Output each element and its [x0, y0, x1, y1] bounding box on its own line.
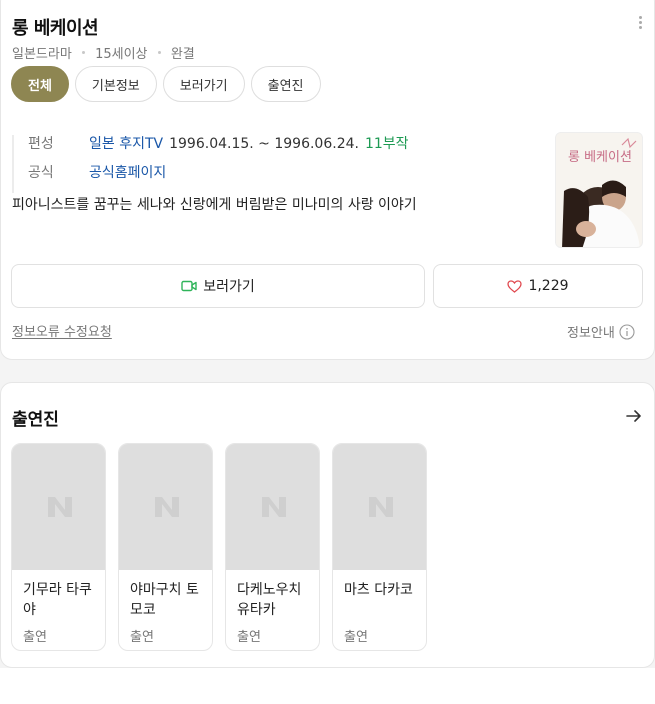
placeholder-n-icon — [154, 497, 179, 517]
cast-role: 출연 — [344, 630, 368, 645]
meta-genre: 일본드라마 — [12, 47, 72, 62]
cast-role: 출연 — [23, 630, 47, 645]
drama-meta: 일본드라마 15세이상 완결 — [12, 43, 195, 62]
watch-button-label: 보러가기 — [203, 279, 255, 295]
meta-rating: 15세이상 — [95, 47, 148, 62]
separator-dot — [81, 51, 85, 54]
cast-card: 출연진 기무라 타쿠야 출연 야마구치 토모코 출연 다케노우치 유타카 출연 — [0, 382, 655, 668]
official-row: 공식 공식홈페이지 — [28, 164, 409, 182]
tab-all[interactable]: 전체 — [11, 66, 69, 102]
cast-role: 출연 — [237, 630, 261, 645]
info-guide-label: 정보안내 — [567, 326, 615, 341]
meta-status: 완결 — [170, 47, 195, 62]
cast-name: 다케노우치 유타카 — [237, 582, 302, 618]
info-guide[interactable]: 정보안내 — [567, 322, 635, 341]
drama-title: 롱 베케이션 — [12, 18, 99, 39]
more-vertical-icon[interactable] — [635, 16, 645, 32]
drama-info-card: 롱 베케이션 일본드라마 15세이상 완결 전체 기본정보 보러가기 출연진 편… — [0, 0, 655, 360]
info-circle-icon — [619, 323, 635, 340]
cast-photo-placeholder — [333, 444, 426, 570]
poster-image[interactable]: 롱 베케이션 — [555, 132, 643, 248]
cast-name: 야마구치 토모코 — [130, 582, 199, 618]
official-homepage-link[interactable]: 공식홈페이지 — [89, 165, 166, 181]
info-rows: 편성 일본 후지TV 1996.04.15. ~ 1996.06.24. 11부작 공… — [12, 135, 409, 193]
poster-art: 롱 베케이션 — [556, 133, 642, 247]
arrow-right-icon[interactable] — [625, 407, 643, 425]
poster-title-text: 롱 베케이션 — [568, 150, 632, 165]
page-bottom-area — [0, 668, 655, 704]
cast-photo-placeholder — [12, 444, 105, 570]
official-label: 공식 — [28, 165, 54, 181]
cast-list: 기무라 타쿠야 출연 야마구치 토모코 출연 다케노우치 유타카 출연 마츠 다… — [11, 443, 427, 651]
cast-item[interactable]: 마츠 다카코 출연 — [332, 443, 427, 651]
placeholder-n-icon — [261, 497, 286, 517]
tab-basic-info[interactable]: 기본정보 — [74, 66, 157, 102]
cast-item[interactable]: 기무라 타쿠야 출연 — [11, 443, 106, 651]
broadcast-label: 편성 — [28, 136, 54, 152]
tab-cast[interactable]: 출연진 — [250, 66, 321, 102]
separator-dot — [157, 51, 161, 54]
video-camera-icon — [181, 280, 197, 292]
placeholder-n-icon — [368, 497, 393, 517]
like-button[interactable]: 1,229 — [433, 264, 643, 308]
cast-item[interactable]: 다케노우치 유타카 출연 — [225, 443, 320, 651]
episode-count: 11부작 — [364, 136, 409, 152]
broadcast-dates: 1996.04.15. ~ 1996.06.24. — [169, 136, 359, 152]
watch-button[interactable]: 보러가기 — [11, 264, 425, 308]
cast-role: 출연 — [130, 630, 154, 645]
synopsis: 피아니스트를 꿈꾸는 세나와 신랑에게 버림받은 미나미의 사랑 이야기 — [12, 197, 417, 213]
tab-watch[interactable]: 보러가기 — [162, 66, 245, 102]
like-count: 1,229 — [528, 278, 569, 294]
cast-item[interactable]: 야마구치 토모코 출연 — [118, 443, 213, 651]
cast-name: 마츠 다카코 — [344, 582, 413, 598]
cast-section-title: 출연진 — [12, 410, 59, 430]
cast-photo-placeholder — [119, 444, 212, 570]
broadcast-row: 편성 일본 후지TV 1996.04.15. ~ 1996.06.24. 11부작 — [28, 135, 409, 153]
network-link[interactable]: 일본 후지TV — [89, 136, 163, 152]
heart-icon — [507, 279, 523, 293]
cast-name: 기무라 타쿠야 — [23, 582, 92, 618]
placeholder-n-icon — [47, 497, 72, 517]
report-error-link[interactable]: 정보오류 수정요청 — [12, 321, 112, 340]
section-tabs: 전체 기본정보 보러가기 출연진 — [11, 66, 321, 102]
cast-photo-placeholder — [226, 444, 319, 570]
